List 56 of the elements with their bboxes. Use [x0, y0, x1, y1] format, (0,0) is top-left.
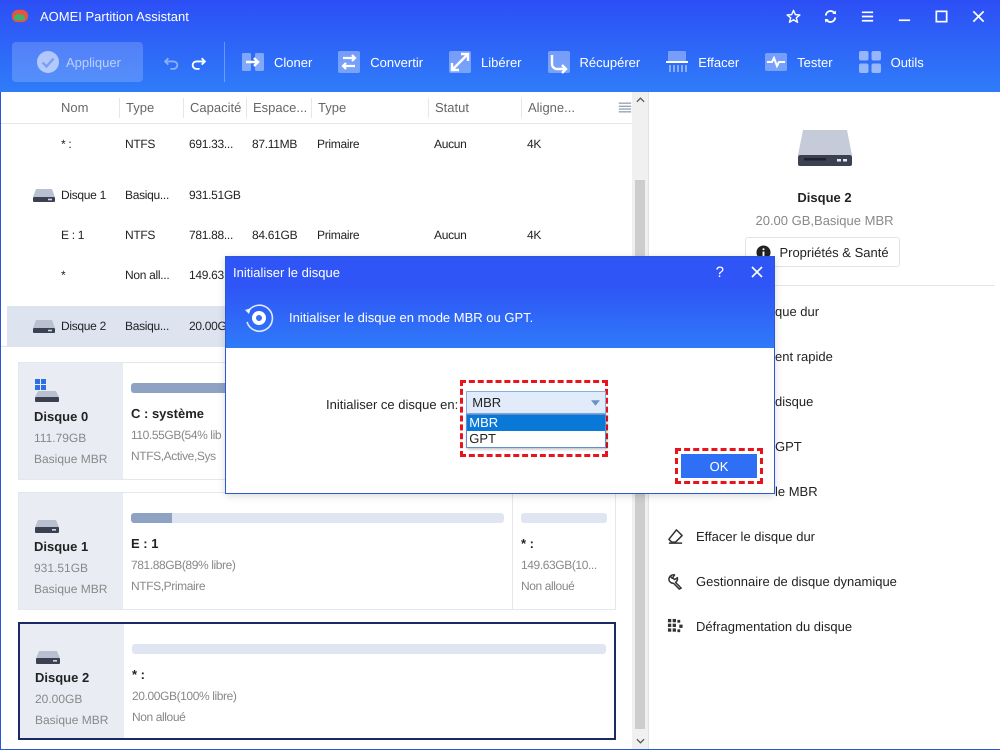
table-cell-text: 87.11MB	[251, 137, 298, 151]
partition-label: C : système	[131, 406, 204, 421]
table-cell-text: Non all...	[124, 268, 170, 282]
disk-name: Disque 2	[797, 190, 852, 205]
table-cell-text: 691.33...	[188, 137, 234, 151]
dialog-message: Initialiser le disque en mode MBR ou GPT.	[289, 310, 534, 325]
table-cell-text: Basiqu...	[124, 319, 170, 333]
partition-info: Non alloué	[521, 579, 574, 593]
dialog-title: Initialiser le disque	[233, 264, 340, 280]
partition-capacity: 20.00GB(100% libre)	[132, 689, 236, 703]
action-label: disque	[775, 394, 814, 409]
disk-summary: 20.00 GB,Basique MBR	[755, 213, 894, 228]
partition-label: * :	[132, 667, 145, 682]
table-cell-text: NTFS	[124, 228, 156, 242]
table-cell-text: Disque 2	[61, 319, 107, 333]
table-cell-text: 84.61GB	[251, 228, 298, 242]
partition-info: Non alloué	[132, 710, 186, 724]
partition-label: * :	[521, 536, 534, 551]
disk-size: 931.51GB	[34, 561, 90, 575]
table-cell-text: 4K	[526, 137, 542, 151]
partition-capacity: 781.88GB(89% libre)	[131, 558, 236, 572]
disk-size: 20.00GB	[35, 692, 84, 706]
field-label: Initialiser ce disque en:	[326, 397, 458, 412]
table-cell-text: 20.00G	[188, 319, 228, 333]
table-cell-text: Primaire	[316, 137, 360, 151]
disk-type: Basique MBR	[34, 452, 108, 466]
partition-capacity: 149.63GB(10...	[521, 558, 597, 572]
window-title: AOMEI Partition Assistant	[40, 8, 189, 24]
table-cell-text: E : 1	[61, 228, 86, 242]
table-cell-text: * :	[61, 137, 72, 151]
action-label: que dur	[775, 304, 820, 319]
disk-name: Disque 2	[35, 670, 90, 685]
partition-capacity: 110.55GB(54% lib	[131, 428, 222, 442]
action-label: ent rapide	[775, 349, 833, 364]
table-cell-text: Aucun	[433, 228, 468, 242]
partition-info: NTFS,Active,Sys	[131, 449, 216, 463]
disk-name: Disque 0	[34, 409, 90, 424]
action-label: le MBR	[775, 484, 818, 499]
table-cell-text: 931.51GB	[188, 188, 242, 202]
disk-type: Basique MBR	[34, 582, 108, 596]
partition-label: E : 1	[131, 536, 158, 551]
disk-type: Basique MBR	[35, 713, 110, 727]
table-cell-text: Aucun	[433, 137, 468, 151]
table-cell-text: NTFS	[124, 137, 156, 151]
table-cell-text: *	[61, 268, 66, 282]
table-cell-text: 4K	[526, 228, 542, 242]
table-cell-text: Basiqu...	[124, 188, 170, 202]
disk-size: 111.79GB	[34, 431, 88, 445]
table-cell-text: Disque 1	[61, 188, 107, 202]
action-label: Gestionnaire de disque dynamique	[696, 574, 897, 589]
table-cell-text: Primaire	[316, 228, 360, 242]
partition-info: NTFS,Primaire	[131, 579, 206, 593]
disk-name: Disque 1	[34, 539, 90, 554]
table-cell-text: 781.88...	[188, 228, 234, 242]
action-label: Défragmentation du disque	[696, 619, 852, 634]
action-label: Effacer le disque dur	[696, 529, 815, 544]
